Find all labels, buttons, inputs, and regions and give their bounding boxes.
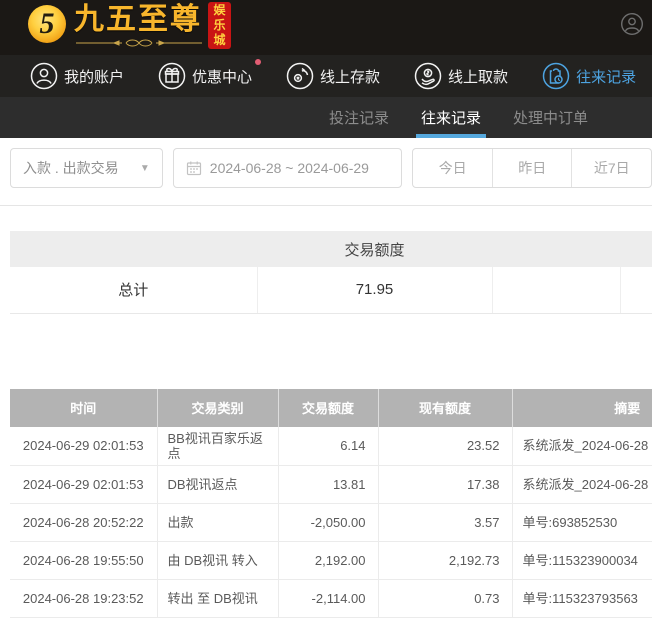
col-time: 时间 (10, 389, 157, 427)
cell-memo: 系统派发_2024-06-28 (512, 427, 652, 466)
brand-logo[interactable]: 5 九五至尊 娱 乐 城 (0, 0, 231, 49)
nav-my-account[interactable]: 我的账户 (30, 62, 124, 90)
quick-date-group: 今日 昨日 近7日 (412, 148, 652, 188)
records-icon (542, 62, 570, 90)
nav-withdraw[interactable]: 线上取款 (414, 62, 508, 90)
cell-time: 2024-06-28 20:52:22 (10, 503, 157, 541)
deposit-icon (286, 62, 314, 90)
filter-row: 入款 . 出款交易 ▼ 2024-06-28 ~ 2024-06-29 今日 昨… (10, 148, 652, 188)
cell-amount: -2,050.00 (278, 503, 378, 541)
nav-label: 往来记录 (576, 66, 636, 87)
summary-header-row: 交易额度 (10, 231, 652, 267)
nav-label: 我的账户 (64, 66, 124, 87)
summary-table-wrap: 交易额度 总计 71.95 (10, 206, 652, 314)
cell-type: BB视讯百家乐返点 (157, 427, 278, 466)
transactions-table-wrap: 时间 交易类别 交易额度 现有额度 摘要 2024-06-29 02:01:53… (10, 314, 652, 618)
chevron-down-icon: ▼ (140, 163, 150, 174)
nav-deposit[interactable]: 线上存款 (286, 62, 380, 90)
summary-table: 交易额度 总计 71.95 (10, 231, 652, 314)
cell-balance: 2,192.73 (378, 541, 512, 579)
cell-amount: 2,192.00 (278, 541, 378, 579)
main-nav: 我的账户 优惠中心 线上存款 线上取款 往来记录 (0, 55, 652, 97)
nav-promotions[interactable]: 优惠中心 (158, 62, 252, 90)
nav-label: 线上取款 (448, 66, 508, 87)
last7days-button[interactable]: 近7日 (571, 149, 651, 187)
col-memo: 摘要 (512, 389, 652, 427)
today-button[interactable]: 今日 (413, 149, 492, 187)
cell-memo: 单号:693852530 (512, 503, 652, 541)
brand-title: 九五至尊 (74, 2, 204, 38)
table-row: 2024-06-28 19:55:50 由 DB视讯 转入 2,192.00 2… (10, 541, 652, 579)
col-amount: 交易额度 (278, 389, 378, 427)
summary-header-amount: 交易额度 (257, 231, 492, 267)
cell-type: 由 DB视讯 转入 (157, 541, 278, 579)
transactions-header-row: 时间 交易类别 交易额度 现有额度 摘要 (10, 389, 652, 427)
yesterday-button[interactable]: 昨日 (492, 149, 572, 187)
date-range-value: 2024-06-28 ~ 2024-06-29 (210, 160, 369, 176)
nav-label: 优惠中心 (192, 66, 252, 87)
summary-total-label: 总计 (10, 267, 257, 313)
withdraw-icon (414, 62, 442, 90)
col-type: 交易类别 (157, 389, 278, 427)
cell-type: 转出 至 DB视讯 (157, 579, 278, 617)
cell-memo: 单号:115323793563 (512, 579, 652, 617)
transaction-type-select[interactable]: 入款 . 出款交易 ▼ (10, 148, 163, 188)
user-icon (30, 62, 58, 90)
cell-memo: 单号:115323900034 (512, 541, 652, 579)
tab-pending-orders[interactable]: 处理中订单 (511, 97, 590, 138)
calendar-icon (186, 160, 202, 176)
tab-transaction-records[interactable]: 往来记录 (419, 97, 483, 138)
cell-balance: 3.57 (378, 503, 512, 541)
transactions-table: 时间 交易类别 交易额度 现有额度 摘要 2024-06-29 02:01:53… (10, 389, 652, 618)
select-value: 入款 . 出款交易 (23, 158, 119, 178)
cell-amount: 6.14 (278, 427, 378, 466)
cell-amount: -2,114.00 (278, 579, 378, 617)
cell-balance: 23.52 (378, 427, 512, 466)
cell-type: DB视讯返点 (157, 465, 278, 503)
table-row: 2024-06-29 02:01:53 BB视讯百家乐返点 6.14 23.52… (10, 427, 652, 466)
cell-time: 2024-06-29 02:01:53 (10, 427, 157, 466)
col-balance: 现有额度 (378, 389, 512, 427)
notification-dot (255, 59, 261, 65)
summary-total-row: 总计 71.95 (10, 267, 652, 313)
cell-memo: 系统派发_2024-06-28 (512, 465, 652, 503)
summary-total-amount: 71.95 (257, 267, 492, 313)
brand-badge: 娱 乐 城 (208, 2, 231, 49)
gift-icon (158, 62, 186, 90)
cell-balance: 0.73 (378, 579, 512, 617)
table-row: 2024-06-29 02:01:53 DB视讯返点 13.81 17.38 系… (10, 465, 652, 503)
tab-betting-records[interactable]: 投注记录 (327, 97, 391, 138)
cell-time: 2024-06-28 19:55:50 (10, 541, 157, 579)
table-row: 2024-06-28 20:52:22 出款 -2,050.00 3.57 单号… (10, 503, 652, 541)
cell-amount: 13.81 (278, 465, 378, 503)
logo-bar: 5 九五至尊 娱 乐 城 (0, 0, 652, 55)
brand-flourish-icon (74, 38, 204, 47)
summary-header-empty (10, 231, 257, 267)
cell-time: 2024-06-28 19:23:52 (10, 579, 157, 617)
nav-transaction-records[interactable]: 往来记录 (542, 62, 636, 90)
cell-balance: 17.38 (378, 465, 512, 503)
cell-time: 2024-06-29 02:01:53 (10, 465, 157, 503)
nav-label: 线上存款 (320, 66, 380, 87)
cell-type: 出款 (157, 503, 278, 541)
brand-coin-icon: 5 (28, 5, 66, 43)
account-avatar-icon[interactable] (620, 12, 644, 36)
records-tabbar: 投注记录 往来记录 处理中订单 (0, 97, 652, 138)
table-row: 2024-06-28 19:23:52 转出 至 DB视讯 -2,114.00 … (10, 579, 652, 617)
date-range-input[interactable]: 2024-06-28 ~ 2024-06-29 (173, 148, 403, 188)
